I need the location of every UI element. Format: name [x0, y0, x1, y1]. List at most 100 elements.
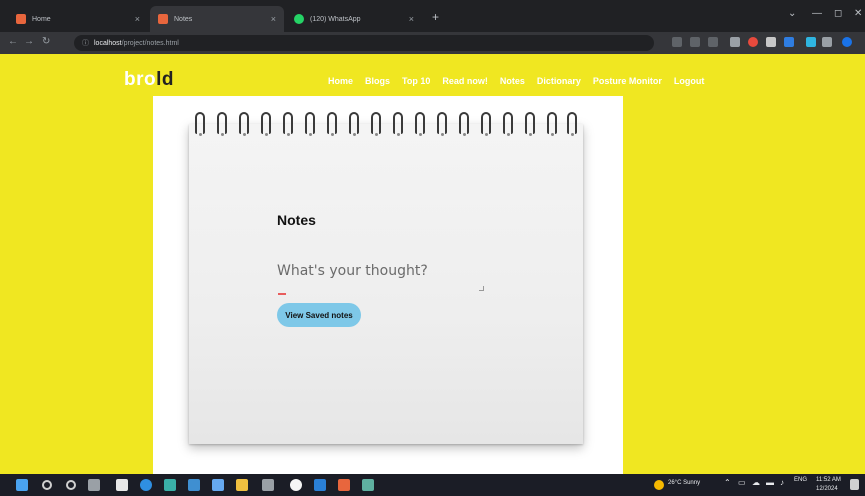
share-icon[interactable]	[690, 37, 700, 47]
folder-icon[interactable]	[236, 479, 248, 491]
search-icon[interactable]	[42, 480, 52, 490]
language-indicator[interactable]: ENG	[794, 477, 807, 483]
new-tab-button[interactable]: +	[432, 10, 439, 24]
nav-home[interactable]: Home	[328, 76, 353, 86]
spiral-ring	[283, 112, 293, 136]
tray-chevron-up-icon[interactable]: ⌃	[724, 478, 731, 487]
app-icon[interactable]	[164, 479, 176, 491]
cortana-icon[interactable]	[66, 480, 76, 490]
clock-date[interactable]: 12/2024	[816, 486, 838, 492]
web-page: brold Home Blogs Top 10 Read now! Notes …	[0, 54, 865, 474]
edge-icon[interactable]	[140, 479, 152, 491]
page-title: Notes	[277, 212, 316, 228]
minimize-icon[interactable]: —	[812, 8, 822, 19]
site-nav: Home Blogs Top 10 Read now! Notes Dictio…	[328, 76, 704, 86]
weather-text[interactable]: 26°C Sunny	[668, 480, 700, 486]
app-icon[interactable]	[338, 479, 350, 491]
vscode-icon[interactable]	[314, 479, 326, 491]
tab-title: Notes	[174, 15, 193, 23]
whatsapp-icon	[294, 14, 304, 24]
extension-icon[interactable]	[730, 37, 740, 47]
url-path: /project/notes.html	[121, 39, 179, 47]
spiral-ring	[261, 112, 271, 136]
extension-icon[interactable]	[784, 37, 794, 47]
close-icon[interactable]: ×	[271, 14, 276, 24]
task-view-icon[interactable]	[88, 479, 100, 491]
maximize-icon[interactable]: ◻	[834, 8, 842, 19]
bookmark-star-icon[interactable]	[708, 37, 718, 47]
browser-toolbar: ← → ↻ ⓘ localhost /project/notes.html	[0, 32, 865, 54]
spiral-ring	[481, 112, 491, 136]
app-icon[interactable]	[116, 479, 128, 491]
notepad-image	[189, 124, 583, 444]
nav-posture-monitor[interactable]: Posture Monitor	[593, 76, 662, 86]
cloud-icon[interactable]: ☁	[752, 478, 760, 487]
taskbar: 26°C Sunny ⌃ ▭ ☁ ▬ ♪ ENG 11:52 AM 12/202…	[0, 474, 865, 496]
spiral-ring	[459, 112, 469, 136]
windows-start-icon[interactable]	[16, 479, 28, 491]
spiral-binding	[195, 112, 577, 136]
nav-read-now[interactable]: Read now!	[442, 76, 488, 86]
weather-sun-icon[interactable]	[654, 480, 664, 490]
spiral-ring	[393, 112, 403, 136]
browser-tab-strip: Home × Notes × (120) WhatsApp × + ⌄ — ◻ …	[0, 0, 865, 32]
tab-whatsapp[interactable]: (120) WhatsApp ×	[286, 6, 422, 32]
thought-input[interactable]	[277, 258, 487, 284]
spiral-ring	[327, 112, 337, 136]
tab-notes[interactable]: Notes ×	[150, 6, 284, 32]
spiral-ring	[437, 112, 447, 136]
nav-notes[interactable]: Notes	[500, 76, 525, 86]
site-favicon-icon	[16, 14, 26, 24]
extension-icon[interactable]	[766, 37, 776, 47]
tab-title: Home	[32, 15, 51, 23]
site-favicon-icon	[158, 14, 168, 24]
volume-icon[interactable]: ♪	[780, 478, 784, 487]
site-logo[interactable]: brold	[124, 69, 174, 91]
view-saved-notes-button[interactable]: View Saved notes	[277, 303, 361, 327]
tab-home[interactable]: Home ×	[8, 6, 148, 32]
input-underline	[278, 293, 286, 295]
spiral-ring	[349, 112, 359, 136]
battery-icon[interactable]: ▬	[766, 478, 774, 487]
info-icon[interactable]: ⓘ	[82, 38, 89, 48]
app-icon[interactable]	[262, 479, 274, 491]
resize-handle-icon[interactable]	[479, 286, 484, 291]
spiral-ring	[415, 112, 425, 136]
close-window-icon[interactable]: ✕	[854, 8, 862, 19]
spiral-ring	[217, 112, 227, 136]
spiral-ring	[503, 112, 513, 136]
nav-top-10[interactable]: Top 10	[402, 76, 430, 86]
back-arrow-icon[interactable]: ←	[8, 36, 18, 47]
url-host: localhost	[94, 39, 122, 47]
spiral-ring	[195, 112, 205, 136]
translate-icon[interactable]	[672, 37, 682, 47]
nav-blogs[interactable]: Blogs	[365, 76, 390, 86]
profile-avatar-icon[interactable]	[842, 37, 852, 47]
address-bar[interactable]: ⓘ localhost /project/notes.html	[74, 35, 654, 51]
spiral-ring	[547, 112, 557, 136]
content-panel: Notes View Saved notes	[153, 96, 623, 474]
close-icon[interactable]: ×	[409, 14, 414, 24]
chrome-icon[interactable]	[290, 479, 302, 491]
extension-icon[interactable]	[748, 37, 758, 47]
network-icon[interactable]: ▭	[738, 478, 746, 487]
nav-dictionary[interactable]: Dictionary	[537, 76, 581, 86]
app-icon[interactable]	[362, 479, 374, 491]
spiral-ring	[525, 112, 535, 136]
mail-icon[interactable]	[188, 479, 200, 491]
spiral-ring	[371, 112, 381, 136]
notifications-icon[interactable]	[850, 479, 859, 490]
tab-title: (120) WhatsApp	[310, 15, 361, 23]
spiral-ring	[305, 112, 315, 136]
extension-icon[interactable]	[806, 37, 816, 47]
spiral-ring	[239, 112, 249, 136]
clock-time[interactable]: 11:52 AM	[816, 477, 841, 483]
puzzle-icon[interactable]	[822, 37, 832, 47]
nav-logout[interactable]: Logout	[674, 76, 705, 86]
chevron-down-icon[interactable]: ⌄	[788, 8, 796, 19]
spiral-ring	[567, 112, 577, 136]
reload-icon[interactable]: ↻	[42, 36, 50, 47]
forward-arrow-icon[interactable]: →	[24, 36, 34, 47]
app-icon[interactable]	[212, 479, 224, 491]
close-icon[interactable]: ×	[135, 14, 140, 24]
